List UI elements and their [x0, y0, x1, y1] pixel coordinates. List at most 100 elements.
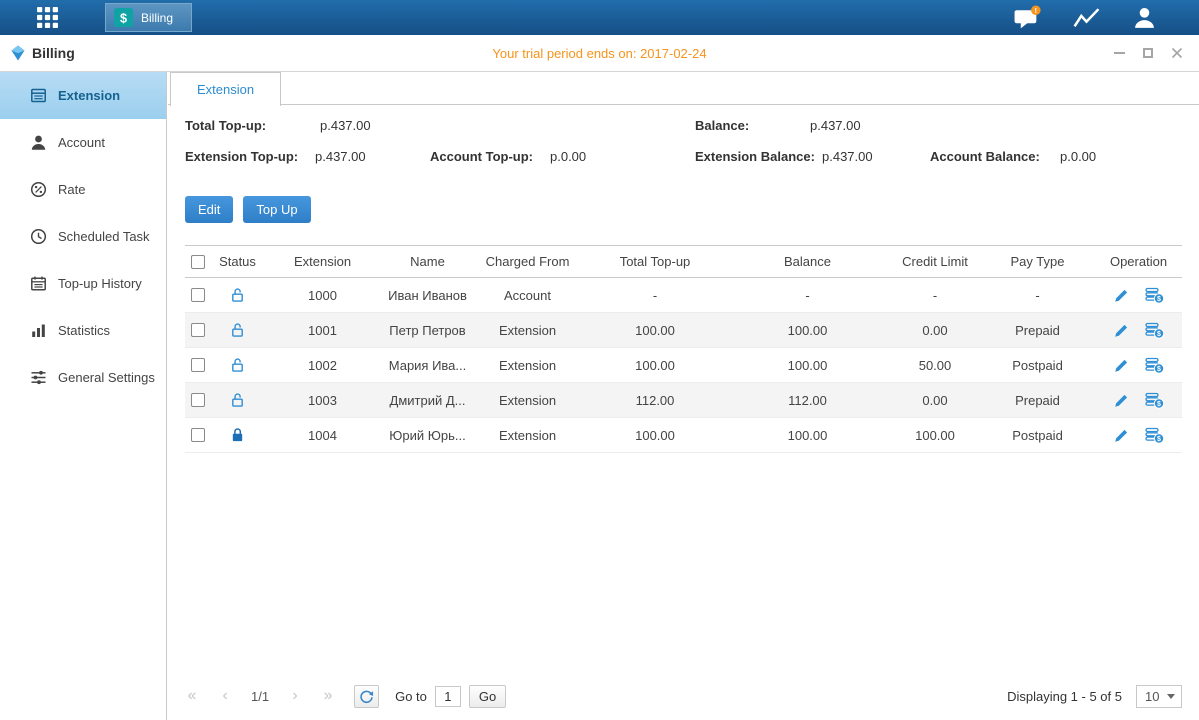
row-checkbox[interactable] [191, 323, 205, 337]
select-all-checkbox[interactable] [191, 255, 205, 269]
cell-total-topup: 100.00 [585, 323, 725, 338]
topup-icon[interactable] [1145, 287, 1164, 304]
go-button[interactable]: Go [469, 685, 506, 708]
account-balance-value: p.0.00 [1060, 149, 1096, 164]
edit-pencil-icon[interactable] [1114, 358, 1129, 373]
chart-icon [1073, 6, 1100, 29]
account-topup-value: p.0.00 [550, 149, 586, 164]
sidebar-item-label: Extension [58, 88, 120, 103]
user-menu-button[interactable] [1132, 6, 1157, 29]
trial-notice: Your trial period ends on: 2017-02-24 [0, 46, 1199, 61]
topbar-tab-billing[interactable]: Billing [105, 3, 192, 32]
app-launcher-button[interactable] [36, 6, 59, 29]
diamond-icon [10, 45, 26, 61]
account-balance-label: Account Balance: [930, 149, 1040, 164]
table-row[interactable]: 1002 Мария Ива... Extension 100.00 100.0… [185, 348, 1182, 383]
cell-balance: - [725, 288, 890, 303]
cell-extension: 1003 [260, 393, 385, 408]
topup-icon[interactable] [1145, 392, 1164, 409]
edit-pencil-icon[interactable] [1114, 323, 1129, 338]
cell-credit-limit: 50.00 [890, 358, 980, 373]
bar-chart-icon [30, 322, 47, 339]
cell-balance: 100.00 [725, 358, 890, 373]
app-title: Billing [10, 45, 75, 61]
cell-credit-limit: 0.00 [890, 393, 980, 408]
reports-button[interactable] [1073, 6, 1100, 29]
extension-table: Status Extension Name Charged From Total… [185, 245, 1182, 453]
row-checkbox[interactable] [191, 358, 205, 372]
extension-topup-value: p.437.00 [315, 149, 366, 164]
table-row[interactable]: 1000 Иван Иванов Account - - - - [185, 278, 1182, 313]
topup-icon[interactable] [1145, 322, 1164, 339]
sidebar-item-label: General Settings [58, 370, 155, 385]
refresh-button[interactable] [354, 685, 379, 708]
sidebar-item-label: Rate [58, 182, 85, 197]
header-balance: Balance [725, 254, 890, 269]
sidebar: Extension Account Rate Scheduled Task To… [0, 72, 167, 720]
main-content: Total Top-up: p.437.00 Balance: p.437.00… [168, 105, 1199, 720]
page-size-value: 10 [1145, 689, 1159, 704]
cell-credit-limit: 0.00 [890, 323, 980, 338]
edit-pencil-icon[interactable] [1114, 393, 1129, 408]
goto-page-input[interactable] [435, 686, 461, 707]
displaying-text: Displaying 1 - 5 of 5 [1007, 689, 1122, 704]
sidebar-item-account[interactable]: Account [0, 119, 166, 166]
extension-balance-label: Extension Balance: [695, 149, 815, 164]
pagination-bar: « ‹ 1/1 › » Go to Go Displaying 1 - 5 of… [185, 684, 1182, 708]
table-row[interactable]: 1003 Дмитрий Д... Extension 112.00 112.0… [185, 383, 1182, 418]
header-name: Name [385, 254, 470, 269]
page-indicator: 1/1 [251, 689, 269, 704]
cell-pay-type: Postpaid [980, 428, 1095, 443]
close-button[interactable] [1171, 47, 1183, 59]
row-checkbox[interactable] [191, 288, 205, 302]
table-row[interactable]: 1001 Петр Петров Extension 100.00 100.00… [185, 313, 1182, 348]
cell-credit-limit: - [890, 288, 980, 303]
billing-summary: Total Top-up: p.437.00 Balance: p.437.00… [185, 118, 1182, 182]
page-size-select[interactable]: 10 [1136, 685, 1182, 708]
edit-pencil-icon[interactable] [1114, 288, 1129, 303]
minimize-button[interactable] [1114, 52, 1125, 54]
close-icon [1171, 47, 1183, 59]
cell-pay-type: Postpaid [980, 358, 1095, 373]
first-page-button[interactable]: « [185, 687, 199, 705]
notifications-button[interactable] [1013, 5, 1041, 30]
sidebar-item-extension[interactable]: Extension [0, 72, 166, 119]
header-total-topup: Total Top-up [585, 254, 725, 269]
grid-icon [36, 6, 59, 29]
table-row[interactable]: 1004 Юрий Юрь... Extension 100.00 100.00… [185, 418, 1182, 453]
cell-name: Петр Петров [385, 323, 470, 338]
cell-total-topup: 112.00 [585, 393, 725, 408]
cell-charged-from: Extension [470, 393, 585, 408]
sidebar-item-scheduled-task[interactable]: Scheduled Task [0, 213, 166, 260]
sidebar-item-general-settings[interactable]: General Settings [0, 354, 166, 401]
topup-icon[interactable] [1145, 427, 1164, 444]
edit-button[interactable]: Edit [185, 196, 233, 223]
cell-name: Дмитрий Д... [385, 393, 470, 408]
topup-icon[interactable] [1145, 357, 1164, 374]
cell-charged-from: Extension [470, 323, 585, 338]
sidebar-item-rate[interactable]: Rate [0, 166, 166, 213]
sidebar-item-label: Statistics [58, 323, 110, 338]
clock-icon [30, 228, 47, 245]
tab-strip: Extension [168, 72, 1199, 105]
header-extension: Extension [260, 254, 385, 269]
top-up-button[interactable]: Top Up [243, 196, 310, 223]
last-page-button[interactable]: » [321, 687, 335, 705]
status-locked-icon [230, 427, 245, 443]
topbar: Billing [0, 0, 1199, 35]
maximize-button[interactable] [1143, 48, 1153, 58]
header-operation: Operation [1095, 254, 1182, 269]
tab-extension[interactable]: Extension [170, 72, 281, 106]
refresh-icon [359, 689, 374, 704]
sidebar-item-statistics[interactable]: Statistics [0, 307, 166, 354]
cell-total-topup: 100.00 [585, 358, 725, 373]
next-page-button[interactable]: › [288, 687, 302, 705]
cell-charged-from: Extension [470, 428, 585, 443]
row-checkbox[interactable] [191, 393, 205, 407]
row-checkbox[interactable] [191, 428, 205, 442]
cell-balance: 100.00 [725, 323, 890, 338]
prev-page-button[interactable]: ‹ [218, 687, 232, 705]
edit-pencil-icon[interactable] [1114, 428, 1129, 443]
sidebar-item-topup-history[interactable]: Top-up History [0, 260, 166, 307]
account-icon [30, 134, 47, 151]
